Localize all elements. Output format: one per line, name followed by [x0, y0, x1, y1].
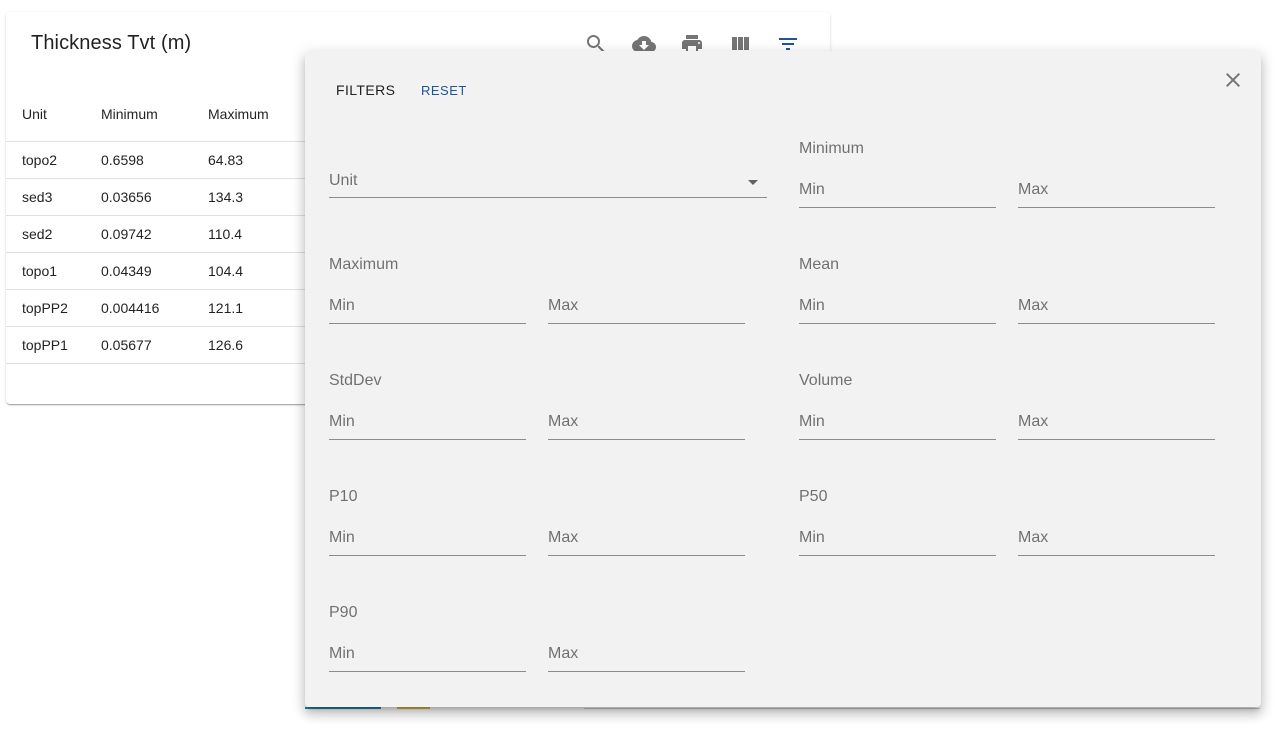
cell-unit: topPP1: [6, 326, 101, 364]
filter-label-stddev: StdDev: [329, 372, 382, 389]
minimum-max-field[interactable]: [1018, 175, 1215, 208]
cell-maximum: 134.3: [208, 178, 308, 216]
cell-unit: sed3: [6, 178, 101, 216]
cell-maximum: 64.83: [208, 141, 308, 179]
minimum-min-field[interactable]: [799, 175, 996, 208]
volume-max-input[interactable]: [1018, 408, 1215, 436]
stddev-max-field[interactable]: [548, 407, 745, 440]
p50-min-input[interactable]: [799, 524, 996, 552]
filter-label-p90: P90: [329, 604, 358, 621]
p90-max-field[interactable]: [548, 639, 745, 672]
volume-min-input[interactable]: [799, 408, 996, 436]
unit-select[interactable]: Unit: [329, 166, 767, 198]
filter-label-minimum: Minimum: [799, 140, 864, 157]
maximum-min-field[interactable]: [329, 291, 526, 324]
filters-title: FILTERS: [336, 82, 396, 98]
cell-unit: topPP2: [6, 289, 101, 327]
stddev-min-field[interactable]: [329, 407, 526, 440]
filter-popover: FILTERS RESET Unit Minimum Maximum Mean …: [305, 51, 1261, 707]
mean-max-input[interactable]: [1018, 292, 1215, 320]
p10-min-input[interactable]: [329, 524, 526, 552]
cell-maximum: 121.1: [208, 289, 308, 327]
filter-label-p50: P50: [799, 488, 828, 505]
reset-button[interactable]: RESET: [421, 83, 467, 98]
volume-min-field[interactable]: [799, 407, 996, 440]
maximum-min-input[interactable]: [329, 292, 526, 320]
p90-max-input[interactable]: [548, 640, 745, 668]
mean-max-field[interactable]: [1018, 291, 1215, 324]
cell-unit: sed2: [6, 215, 101, 253]
cell-minimum: 0.03656: [101, 178, 208, 216]
underlying-accent-strip: [397, 707, 430, 709]
cell-minimum: 0.09742: [101, 215, 208, 253]
underlying-divider: [584, 708, 1260, 709]
cell-maximum: 110.4: [208, 215, 308, 253]
cell-maximum: 104.4: [208, 252, 308, 290]
filter-label-volume: Volume: [799, 372, 853, 389]
p90-min-input[interactable]: [329, 640, 526, 668]
cell-unit: topo2: [6, 141, 101, 179]
cell-maximum: 126.6: [208, 326, 308, 364]
mean-min-field[interactable]: [799, 291, 996, 324]
p90-min-field[interactable]: [329, 639, 526, 672]
arrow-drop-down-icon: [741, 170, 765, 194]
stddev-max-input[interactable]: [548, 408, 745, 436]
mean-min-input[interactable]: [799, 292, 996, 320]
unit-select-label: Unit: [329, 172, 358, 189]
column-header-unit[interactable]: Unit: [6, 86, 101, 142]
cell-minimum: 0.6598: [101, 141, 208, 179]
volume-max-field[interactable]: [1018, 407, 1215, 440]
column-header-minimum[interactable]: Minimum: [101, 86, 208, 142]
cell-minimum: 0.05677: [101, 326, 208, 364]
p10-min-field[interactable]: [329, 523, 526, 556]
minimum-max-input[interactable]: [1018, 176, 1215, 204]
filter-label-mean: Mean: [799, 256, 840, 273]
filter-label-p10: P10: [329, 488, 358, 505]
p10-max-input[interactable]: [548, 524, 745, 552]
column-header-maximum[interactable]: Maximum: [208, 86, 308, 142]
filter-label-maximum: Maximum: [329, 256, 399, 273]
maximum-max-field[interactable]: [548, 291, 745, 324]
underlying-tab-indicator: [305, 707, 381, 709]
minimum-min-input[interactable]: [799, 176, 996, 204]
p50-max-input[interactable]: [1018, 524, 1215, 552]
maximum-max-input[interactable]: [548, 292, 745, 320]
table-title: Thickness Tvt (m): [31, 32, 192, 54]
stddev-min-input[interactable]: [329, 408, 526, 436]
cell-minimum: 0.04349: [101, 252, 208, 290]
p10-max-field[interactable]: [548, 523, 745, 556]
close-icon[interactable]: [1221, 68, 1245, 92]
p50-min-field[interactable]: [799, 523, 996, 556]
p50-max-field[interactable]: [1018, 523, 1215, 556]
cell-minimum: 0.004416: [101, 289, 208, 327]
cell-unit: topo1: [6, 252, 101, 290]
